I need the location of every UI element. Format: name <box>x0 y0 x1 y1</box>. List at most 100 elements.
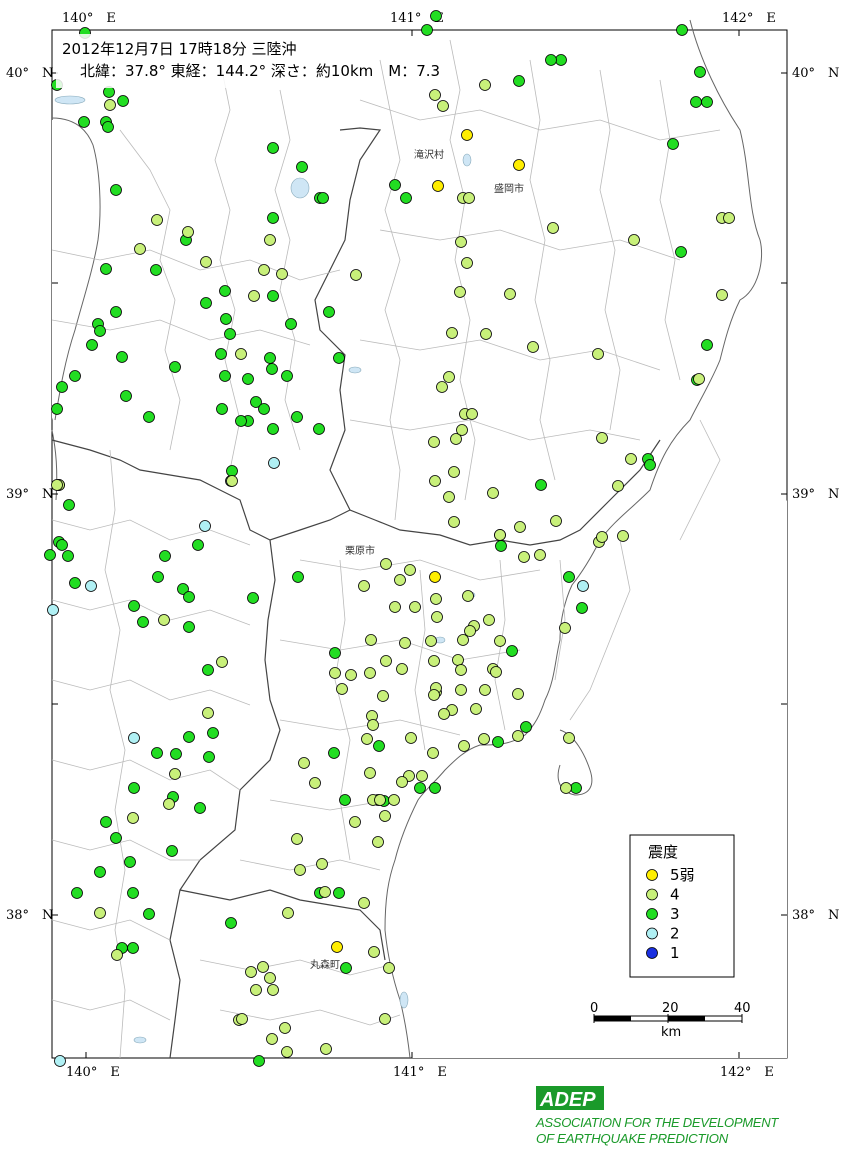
legend-label: 2 <box>670 925 680 943</box>
station-marker-i4 <box>169 768 181 780</box>
station-marker-i4 <box>514 521 526 533</box>
station-marker-i3 <box>192 539 204 551</box>
station-marker-i3 <box>224 328 236 340</box>
station-marker-i3 <box>242 373 254 385</box>
station-marker-i4 <box>429 89 441 101</box>
station-marker-i3 <box>495 540 507 552</box>
station-marker-i3 <box>100 816 112 828</box>
station-marker-i4 <box>281 1046 293 1058</box>
station-marker-i4 <box>446 327 458 339</box>
station-marker-i4 <box>361 733 373 745</box>
station-marker-i3 <box>110 306 122 318</box>
station-marker-i3 <box>219 370 231 382</box>
station-marker-i3 <box>225 917 237 929</box>
lat-39-left: 39° N <box>6 487 53 502</box>
station-marker-i4 <box>127 812 139 824</box>
station-marker-i4 <box>372 836 384 848</box>
station-marker-i3 <box>110 184 122 196</box>
station-marker-i3 <box>94 325 106 337</box>
station-marker-i4 <box>245 966 257 978</box>
station-marker-i4 <box>560 782 572 794</box>
station-marker-i4 <box>416 770 428 782</box>
station-marker-i3 <box>400 192 412 204</box>
station-marker-i4 <box>294 864 306 876</box>
station-marker-i4 <box>512 688 524 700</box>
station-marker-i4 <box>534 549 546 561</box>
station-marker-i4 <box>396 663 408 675</box>
adep-logo: ADEP ASSOCIATION FOR THE DEVELOPMENT OF … <box>535 1086 780 1146</box>
station-marker-i3 <box>563 571 575 583</box>
station-marker-i3 <box>207 727 219 739</box>
station-marker-i4 <box>358 580 370 592</box>
station-marker-i3 <box>166 845 178 857</box>
station-marker-i3 <box>127 942 139 954</box>
station-marker-i3 <box>103 86 115 98</box>
station-marker-i3 <box>701 339 713 351</box>
station-marker-i4 <box>364 667 376 679</box>
station-marker-i4 <box>226 475 238 487</box>
station-marker-i4 <box>200 256 212 268</box>
station-marker-i4 <box>527 341 539 353</box>
station-marker-i3 <box>137 616 149 628</box>
legend-swatch <box>646 908 658 920</box>
station-marker-i3 <box>694 66 706 78</box>
station-marker-i3 <box>56 539 68 551</box>
station-marker-i4 <box>51 479 63 491</box>
station-marker-i4 <box>349 816 361 828</box>
station-marker-i2 <box>199 520 211 532</box>
station-marker-i3 <box>535 479 547 491</box>
lat-39-right: 39° N <box>792 487 839 502</box>
station-marker-i3 <box>226 465 238 477</box>
station-marker-i4 <box>364 767 376 779</box>
station-marker-i3 <box>339 794 351 806</box>
station-marker-i4 <box>358 897 370 909</box>
station-marker-i3 <box>267 212 279 224</box>
station-marker-i3 <box>266 363 278 375</box>
station-marker-i3 <box>200 297 212 309</box>
station-marker-i5 <box>429 571 441 583</box>
station-marker-i3 <box>151 747 163 759</box>
station-marker-i3 <box>667 138 679 150</box>
scale-unit: km <box>661 1025 681 1040</box>
station-marker-i4 <box>394 574 406 586</box>
adep-logo-line1: ASSOCIATION FOR THE DEVELOPMENT <box>535 1115 779 1130</box>
station-marker-i4 <box>448 466 460 478</box>
lon-142-bottom: 142° E <box>720 1065 774 1080</box>
station-marker-i4 <box>428 655 440 667</box>
station-marker-i4 <box>379 810 391 822</box>
station-marker-i4 <box>617 530 629 542</box>
station-marker-i4 <box>483 614 495 626</box>
station-marker-i4 <box>462 590 474 602</box>
event-hypocenter: 北緯：37.8° 東経：144.2° 深さ：約10km M：7.3 <box>80 62 440 80</box>
lat-38-left: 38° N <box>6 908 53 923</box>
station-marker-i4 <box>396 776 408 788</box>
station-marker-i2 <box>85 580 97 592</box>
station-marker-i4 <box>409 601 421 613</box>
station-marker-i4 <box>436 381 448 393</box>
station-marker-i3 <box>235 415 247 427</box>
station-marker-i4 <box>316 858 328 870</box>
station-marker-i4 <box>479 684 491 696</box>
station-marker-i5 <box>432 180 444 192</box>
station-marker-i3 <box>63 499 75 511</box>
station-marker-i4 <box>368 946 380 958</box>
station-marker-i4 <box>612 480 624 492</box>
station-marker-i4 <box>458 740 470 752</box>
station-marker-i3 <box>281 370 293 382</box>
station-marker-i3 <box>429 782 441 794</box>
station-marker-i4 <box>379 1013 391 1025</box>
station-marker-i4 <box>466 408 478 420</box>
event-datetime-region: 2012年12月7日 17時18分 三陸沖 <box>62 40 297 58</box>
station-marker-i4 <box>350 269 362 281</box>
station-marker-i3 <box>194 802 206 814</box>
station-marker-i4 <box>504 288 516 300</box>
scale-label-0: 0 <box>590 1001 598 1016</box>
lon-142-top: 142° E <box>722 11 776 26</box>
station-marker-i3 <box>264 352 276 364</box>
seismic-intensity-map: 140° E 141° E 142° E 140° E 141° E 142° … <box>6 10 839 1146</box>
station-marker-i3 <box>513 75 525 87</box>
station-marker-i3 <box>340 962 352 974</box>
station-marker-i3 <box>62 550 74 562</box>
legend-title: 震度 <box>648 843 678 861</box>
station-marker-i4 <box>320 1043 332 1055</box>
